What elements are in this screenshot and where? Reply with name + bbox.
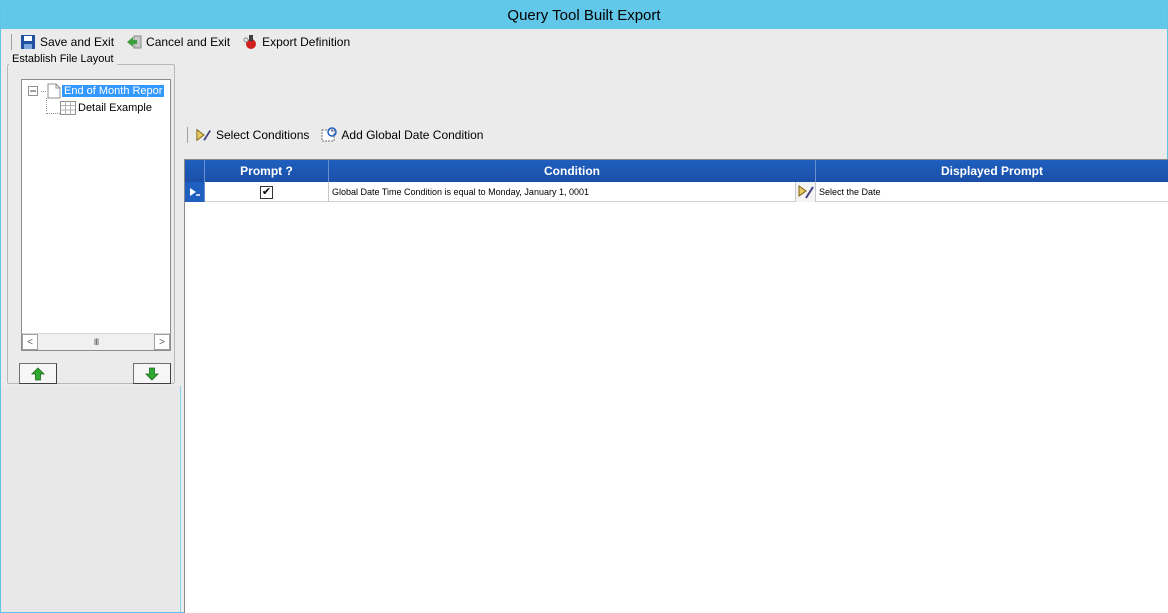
- left-panel-filler: [1, 386, 181, 612]
- tree-node-label: Detail Example: [78, 102, 152, 114]
- document-icon: [46, 83, 62, 99]
- save-and-exit-button[interactable]: Save and Exit: [20, 34, 114, 50]
- toolbar-separator: [187, 127, 188, 143]
- prompt-cell[interactable]: ✔: [205, 182, 329, 202]
- add-global-date-condition-button[interactable]: Add Global Date Condition: [321, 127, 483, 143]
- scroll-thumb[interactable]: III: [94, 337, 99, 347]
- move-down-button[interactable]: [133, 363, 171, 384]
- column-header-condition[interactable]: Condition: [329, 160, 816, 182]
- current-row-icon: [187, 184, 203, 200]
- calendar-add-icon: [321, 127, 338, 143]
- conditions-toolbar: Select Conditions Add Global Date Condit…: [187, 124, 491, 146]
- save-icon: [20, 34, 36, 50]
- pencil-condition-icon: [196, 127, 212, 143]
- condition-cell[interactable]: Global Date Time Condition is equal to M…: [329, 182, 796, 202]
- scroll-left-icon[interactable]: <: [22, 334, 38, 350]
- grid-header: Prompt ? Condition Displayed Prompt: [185, 160, 1168, 182]
- conditions-grid[interactable]: Prompt ? Condition Displayed Prompt ✔ Gl…: [184, 159, 1168, 613]
- arrow-up-icon: [30, 366, 46, 382]
- table-icon: [60, 100, 76, 116]
- row-indicator[interactable]: [185, 182, 205, 202]
- save-and-exit-label: Save and Exit: [40, 35, 115, 49]
- scroll-right-icon[interactable]: >: [153, 334, 170, 350]
- export-definition-label: Export Definition: [262, 35, 351, 49]
- tree-node-detail-example[interactable]: Detail Example: [46, 100, 154, 116]
- tree-horizontal-scrollbar[interactable]: < III >: [22, 333, 170, 350]
- displayed-prompt-cell[interactable]: Select the Date: [816, 182, 1168, 202]
- row-header-corner: [185, 160, 205, 182]
- column-header-displayed-prompt[interactable]: Displayed Prompt: [816, 160, 1168, 182]
- file-layout-tree[interactable]: End of Month Repor Detail Example < III …: [21, 79, 171, 351]
- collapse-icon[interactable]: [25, 83, 41, 99]
- window-title: Query Tool Built Export: [507, 6, 661, 24]
- column-header-prompt[interactable]: Prompt ?: [205, 160, 329, 182]
- select-conditions-button[interactable]: Select Conditions: [196, 127, 309, 143]
- prompt-checkbox[interactable]: ✔: [260, 185, 273, 199]
- condition-edit-cell[interactable]: [796, 182, 816, 202]
- move-up-button[interactable]: [19, 363, 57, 384]
- table-row[interactable]: ✔ Global Date Time Condition is equal to…: [185, 182, 1168, 202]
- select-conditions-label: Select Conditions: [216, 128, 310, 142]
- cancel-and-exit-button[interactable]: Cancel and Exit: [126, 34, 230, 50]
- export-definition-icon: [242, 34, 258, 50]
- export-definition-button[interactable]: Export Definition: [242, 34, 350, 50]
- edit-condition-icon[interactable]: [798, 184, 814, 200]
- tree-node-label: End of Month Repor: [62, 85, 165, 97]
- cancel-and-exit-label: Cancel and Exit: [146, 35, 231, 49]
- toolbar-separator: [11, 34, 12, 50]
- query-tool-window: Query Tool Built Export Save and Exit Ca…: [0, 0, 1168, 613]
- add-global-date-condition-label: Add Global Date Condition: [341, 128, 484, 142]
- exit-arrow-icon: [126, 34, 142, 50]
- main-toolbar: Save and Exit Cancel and Exit Export Def…: [11, 31, 358, 53]
- window-title-bar: Query Tool Built Export: [1, 1, 1167, 29]
- arrow-down-icon: [144, 366, 160, 382]
- tree-node-end-of-month[interactable]: End of Month Repor: [25, 83, 165, 99]
- file-layout-title: Establish File Layout: [9, 53, 117, 65]
